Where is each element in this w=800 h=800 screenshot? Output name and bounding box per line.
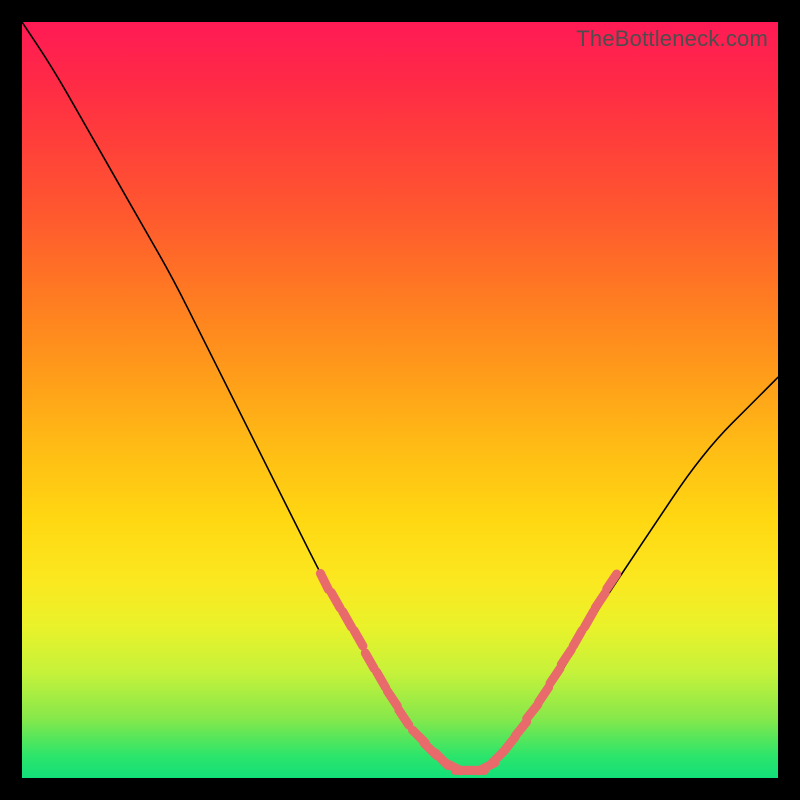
highlight-dash: [320, 573, 328, 589]
highlight-dash: [539, 687, 549, 702]
highlight-dash: [343, 611, 352, 627]
highlight-dash: [585, 611, 594, 627]
highlight-dash: [515, 722, 526, 736]
bottleneck-curve: [22, 22, 778, 770]
chart-svg: [22, 22, 778, 778]
highlight-dash: [561, 650, 571, 665]
highlight-dash: [527, 704, 538, 718]
chart-frame: TheBottleneck.com: [0, 0, 800, 800]
highlight-dash: [354, 630, 363, 646]
highlight-dash: [365, 653, 374, 669]
highlight-dash: [607, 574, 617, 589]
chart-plot-area: TheBottleneck.com: [22, 22, 778, 778]
highlight-dashes: [320, 573, 616, 770]
highlight-dash: [377, 672, 386, 688]
highlight-dash: [331, 593, 340, 609]
highlight-dash: [595, 593, 605, 608]
highlight-dash: [573, 630, 582, 646]
highlight-dash: [399, 710, 409, 725]
highlight-dash: [387, 691, 397, 706]
highlight-dash: [550, 669, 560, 684]
